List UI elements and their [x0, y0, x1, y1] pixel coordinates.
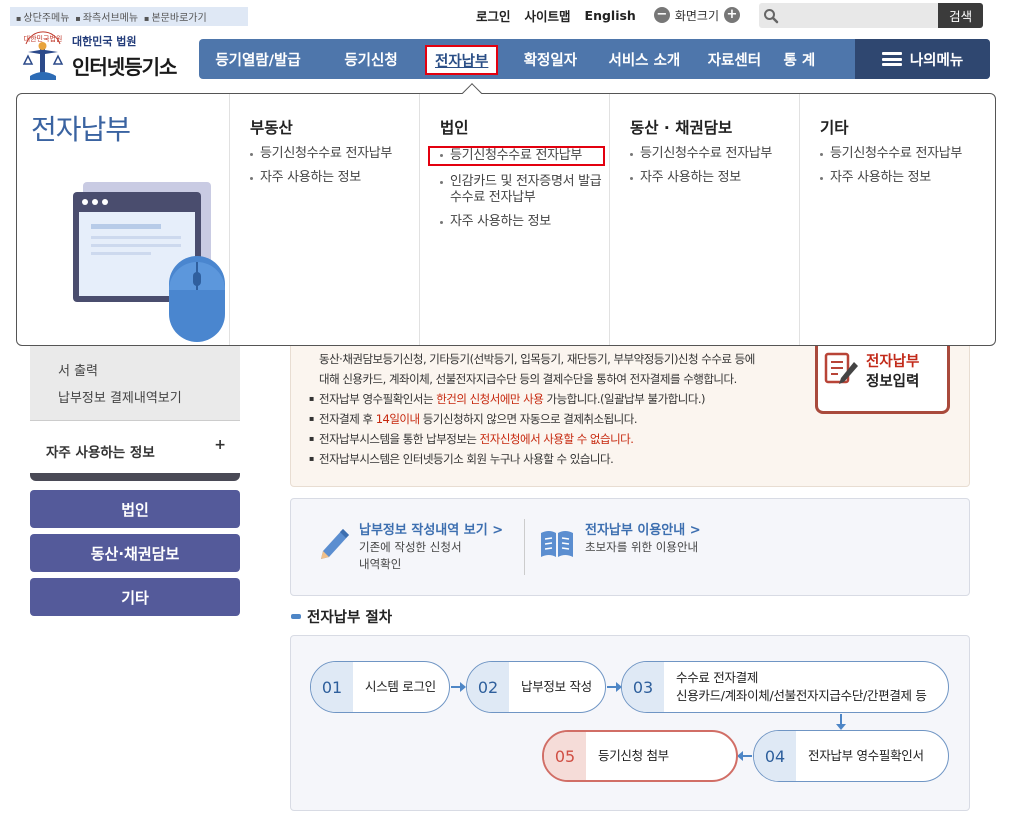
sidebar-frequent-label: 자주 사용하는 정보	[46, 445, 155, 461]
sidebar-nav-corporation[interactable]: 법인	[30, 490, 240, 528]
site-logo[interactable]: 대한민국법원 대한민국 법원 인터넷등기소	[18, 30, 177, 82]
arrow-right-icon	[451, 682, 466, 692]
payment-button-line1: 전자납부	[866, 354, 920, 370]
hamburger-icon	[881, 52, 902, 66]
utility-bar: 로그인 사이트맵 English − 화면크기 +	[476, 6, 740, 24]
mega-menu-title: 전자납부	[31, 113, 131, 146]
quick-links-panel: 납부정보 작성내역 보기 > 기존에 작성한 신청서 내역확인 전자납부 이용안내…	[290, 498, 970, 596]
mega-item-frequent-info[interactable]: 자주 사용하는 정보	[440, 214, 609, 230]
mega-item-frequent-info[interactable]: 자주 사용하는 정보	[630, 170, 799, 186]
mega-item-fee-payment[interactable]: 등기신청수수료 전자납부	[250, 146, 419, 162]
sidebar-frequent[interactable]: 자주 사용하는 정보 +	[30, 420, 240, 481]
arrow-left-icon	[737, 751, 752, 761]
login-link[interactable]: 로그인	[476, 6, 511, 25]
main-navigation: 등기열람/발급 등기신청 전자납부 확정일자 서비스 소개 자료센터 통 계 나…	[199, 39, 990, 79]
info-line-1: 동산·채권담보등기신청, 기타등기(선박등기, 입목등기, 재단등기, 부부약정…	[319, 352, 755, 366]
gnb-item-fixed-date[interactable]: 확정일자	[504, 39, 596, 79]
links-divider	[524, 519, 525, 575]
pencil-icon	[315, 525, 353, 569]
mega-col-heading: 법인	[440, 119, 469, 137]
mega-col-real-estate: 부동산 등기신청수수료 전자납부 자주 사용하는 정보	[229, 94, 419, 345]
mega-item-fee-payment[interactable]: 등기신청수수료 전자납부	[428, 146, 605, 166]
mega-col-etc: 기타 등기신청수수료 전자납부 자주 사용하는 정보	[799, 94, 995, 345]
arrow-right-icon	[607, 682, 622, 692]
skip-link-content[interactable]: 본문바로가기	[144, 9, 206, 24]
zoom-label: 화면크기	[674, 8, 719, 23]
chevron-right-icon: >	[689, 523, 701, 538]
info-bullet-1: 전자납부 영수필확인서는 한건의 신청서에만 사용 가능합니다.(일괄납부 불가…	[309, 389, 789, 409]
mega-col-corporation: 법인 등기신청수수료 전자납부 인감카드 및 전자증명서 발급수수료 전자납부 …	[419, 94, 609, 345]
my-menu-button[interactable]: 나의메뉴	[855, 39, 990, 79]
sidebar-item-history[interactable]: 납부정보 결제내역보기	[58, 387, 240, 406]
search-input[interactable]	[783, 3, 939, 28]
history-desc: 기존에 작성한 신청서 내역확인	[359, 540, 462, 571]
guide-link[interactable]: 전자납부 이용안내 >	[585, 519, 701, 538]
gnb-item-register-apply[interactable]: 등기신청	[317, 39, 425, 79]
sidebar-submenu: 납부정보 작성 및 영수필확인 서 출력 납부정보 결제내역보기	[30, 340, 240, 420]
book-icon	[539, 527, 575, 565]
logo-name: 인터넷등기소	[72, 54, 177, 79]
info-line-2: 대해 신용카드, 계좌이체, 선불전자지급수단 등의 결제수단을 통하여 전자결…	[319, 372, 737, 386]
search-icon	[759, 3, 783, 28]
browser-mouse-icon	[71, 180, 231, 348]
my-menu-label: 나의메뉴	[909, 52, 964, 69]
court-emblem-icon: 대한민국법원	[18, 30, 68, 82]
guide-desc: 초보자를 위한 이용안내	[585, 540, 699, 554]
procedure-step-02: 02 납부정보 작성	[466, 661, 606, 713]
bullet-icon	[291, 614, 301, 619]
mega-col-heading: 동산 · 채권담보	[630, 119, 733, 137]
payment-button-line2: 정보입력	[866, 374, 920, 390]
sidebar-item-print[interactable]: 서 출력	[58, 360, 240, 379]
mega-item-frequent-info[interactable]: 자주 사용하는 정보	[250, 170, 419, 186]
arrow-down-icon	[836, 714, 846, 730]
mega-menu: 전자납부 부동산 등기신청수수료 전자납부 자주 사용하는 정보 법인 등기신청…	[16, 83, 996, 348]
gnb-item-service[interactable]: 서비스 소개	[596, 39, 692, 79]
procedure-title: 전자납부 절차	[291, 606, 392, 627]
info-bullet-4: 전자납부시스템은 인터넷등기소 회원 누구나 사용할 수 있습니다.	[309, 449, 789, 469]
sitemap-link[interactable]: 사이트맵	[525, 6, 571, 25]
mega-item-frequent-info[interactable]: 자주 사용하는 정보	[820, 170, 995, 186]
procedure-panel: 01 시스템 로그인 02 납부정보 작성 03 수수료 전자결제 신용카드/계좌이체…	[290, 635, 970, 811]
english-link[interactable]: English	[585, 8, 636, 23]
gnb-item-e-payment[interactable]: 전자납부	[425, 45, 499, 75]
history-link[interactable]: 납부정보 작성내역 보기 >	[359, 519, 503, 538]
zoom-in-button[interactable]: +	[724, 7, 740, 23]
skip-links: 상단주메뉴 좌측서브메뉴 본문바로가기	[10, 7, 248, 26]
mega-item-fee-payment[interactable]: 등기신청수수료 전자납부	[630, 146, 799, 162]
gnb-item-view-issue[interactable]: 등기열람/발급	[199, 39, 317, 79]
skip-link-left-menu[interactable]: 좌측서브메뉴	[75, 9, 138, 24]
mega-col-movable-collateral: 동산 · 채권담보 등기신청수수료 전자납부 자주 사용하는 정보	[609, 94, 799, 345]
mega-col-heading: 부동산	[250, 119, 293, 137]
zoom-control: − 화면크기 +	[653, 7, 740, 24]
mega-col-heading: 기타	[820, 119, 849, 137]
procedure-step-05: 05 등기신청 첨부	[542, 730, 738, 782]
payment-info-input-button[interactable]: 전자납부 정보입력	[815, 340, 950, 414]
sidebar-divider	[30, 473, 240, 481]
sidebar-nav-etc[interactable]: 기타	[30, 578, 240, 616]
procedure-step-01: 01 시스템 로그인	[310, 661, 450, 713]
mega-item-seal-card-payment[interactable]: 인감카드 및 전자증명서 발급수수료 전자납부	[440, 174, 609, 206]
logo-org: 대한민국 법원	[72, 34, 137, 48]
chevron-right-icon: >	[492, 523, 504, 538]
search-box: 검색	[759, 3, 983, 28]
procedure-step-03: 03 수수료 전자결제 신용카드/계좌이체/선불전자지급수단/간편결제 등	[621, 661, 949, 713]
search-button[interactable]: 검색	[938, 3, 983, 28]
document-pen-icon	[824, 348, 860, 392]
plus-icon[interactable]: +	[214, 437, 226, 453]
info-bullet-3: 전자납부시스템을 통한 납부정보는 전자신청에서 사용할 수 없습니다.	[309, 429, 789, 449]
gnb-item-data-center[interactable]: 자료센터	[692, 39, 776, 79]
procedure-step-04: 04 전자납부 영수필확인서	[753, 730, 949, 782]
skip-link-top-menu[interactable]: 상단주메뉴	[16, 9, 69, 24]
emblem-text: 대한민국법원	[24, 34, 63, 43]
info-bullet-2: 전자결제 후 14일이내 등기신청하지 않으면 자동으로 결제취소됩니다.	[309, 409, 789, 429]
mega-item-fee-payment[interactable]: 등기신청수수료 전자납부	[820, 146, 995, 162]
zoom-out-button[interactable]: −	[653, 7, 670, 23]
gnb-item-statistics[interactable]: 통 계	[776, 39, 822, 79]
sidebar-nav-movable[interactable]: 동산·채권담보	[30, 534, 240, 572]
